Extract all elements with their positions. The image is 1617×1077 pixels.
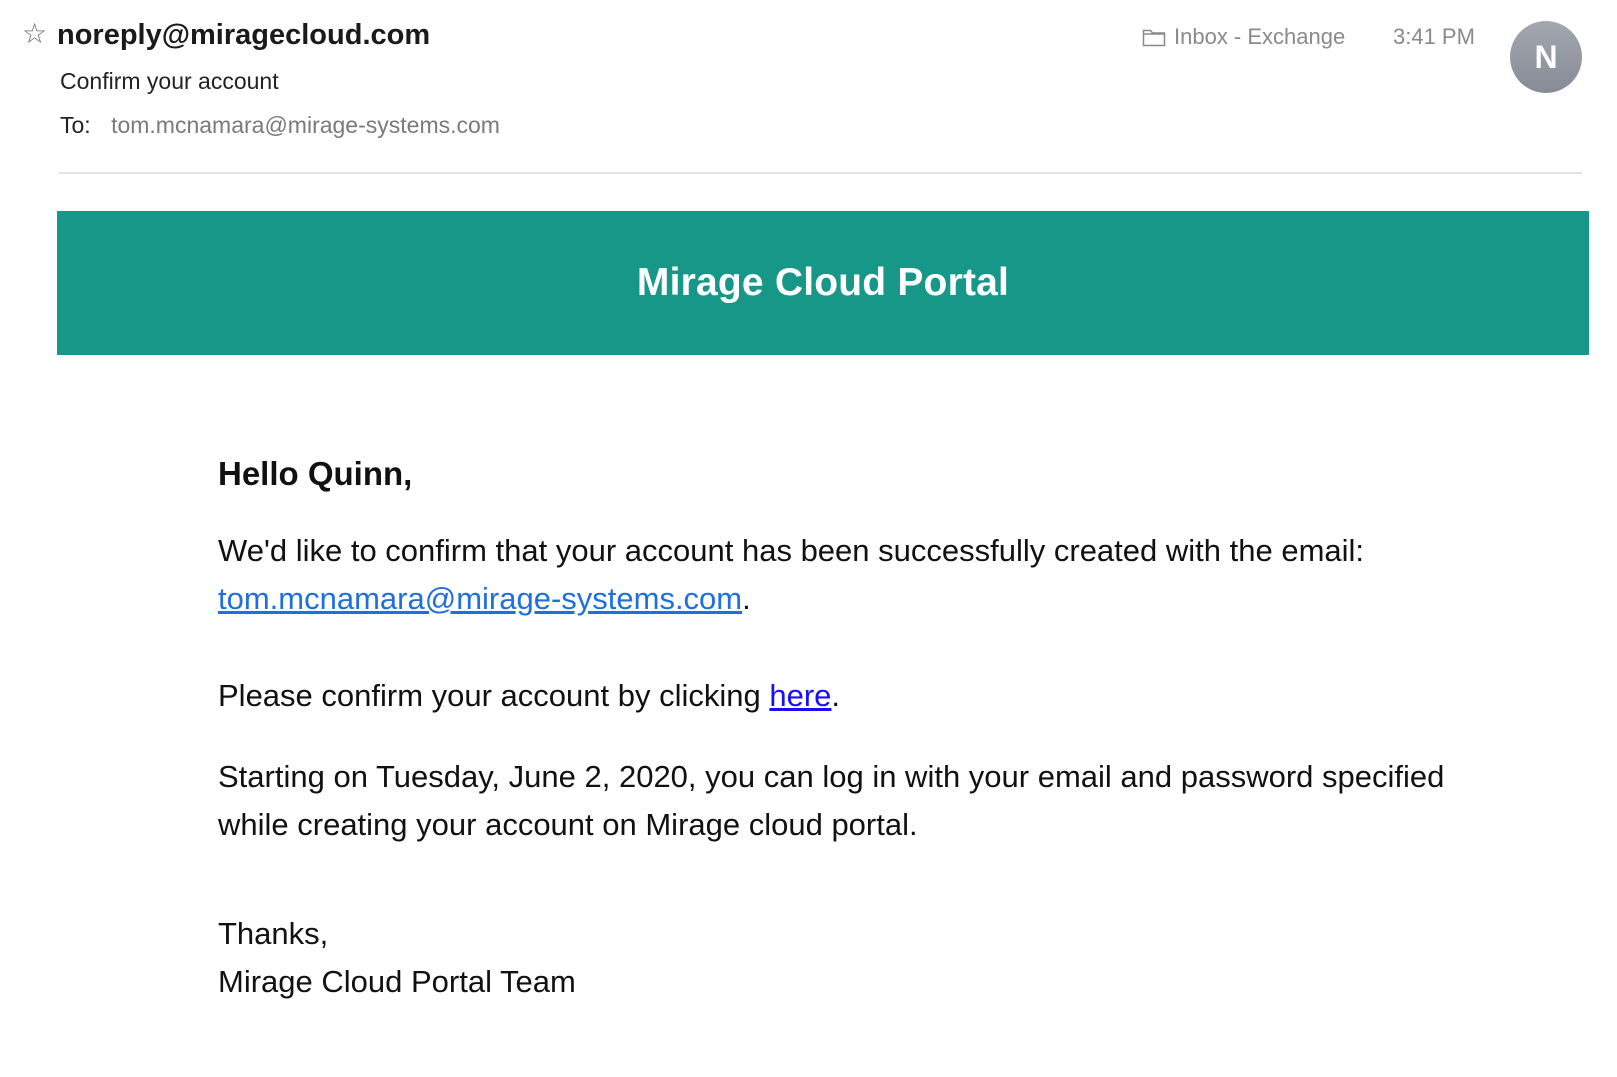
signoff: Thanks, <box>218 916 329 951</box>
banner-title: Mirage Cloud Portal <box>636 261 1010 304</box>
login-info-paragraph: Starting on Tuesday, June 2, 2020, you c… <box>218 759 1445 842</box>
mailbox-location[interactable]: Inbox - Exchange <box>1142 22 1345 52</box>
greeting: Hello Quinn, <box>218 455 413 492</box>
para1-suffix: . <box>742 581 751 616</box>
message-subject: Confirm your account <box>60 68 279 94</box>
para2-text: Please confirm your account by clicking <box>218 678 770 713</box>
email-banner: Mirage Cloud Portal <box>57 211 1589 355</box>
header-divider <box>59 172 1582 174</box>
message-header: ☆ noreply@miragecloud.com Confirm your a… <box>0 0 1617 175</box>
mailbox-label: Inbox - Exchange <box>1174 24 1346 49</box>
para1-text: We'd like to confirm that your account h… <box>218 533 1365 568</box>
to-label: To: <box>60 112 91 138</box>
email-link[interactable]: tom.mcnamara@mirage-systems.com <box>218 581 742 616</box>
avatar-initial: N <box>1534 38 1558 75</box>
recipient-address[interactable]: tom.mcnamara@mirage-systems.com <box>111 112 500 138</box>
sender-address[interactable]: noreply@miragecloud.com <box>57 17 430 53</box>
message-time: 3:41 PM <box>1393 24 1475 49</box>
confirm-paragraph: Please confirm your account by clicking … <box>218 672 840 720</box>
signature: Mirage Cloud Portal Team <box>218 964 576 999</box>
recipient-line: To: tom.mcnamara@mirage-systems.com <box>60 110 500 140</box>
avatar: N <box>1510 21 1582 93</box>
confirm-here-link[interactable]: here <box>769 678 831 713</box>
para2-suffix: . <box>831 678 841 713</box>
confirmation-paragraph: We'd like to confirm that your account h… <box>218 527 1478 623</box>
star-icon[interactable]: ☆ <box>22 18 47 50</box>
folder-icon <box>1142 29 1166 47</box>
